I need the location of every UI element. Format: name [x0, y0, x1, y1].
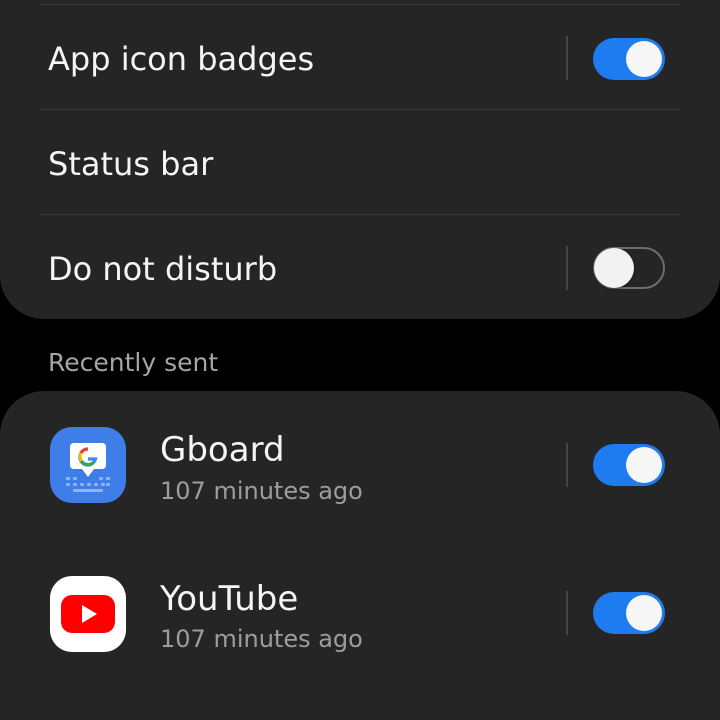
vertical-separator: [566, 591, 568, 635]
vertical-separator: [566, 443, 568, 487]
status-bar-label: Status bar: [48, 145, 214, 183]
app-icon-badges-row[interactable]: App icon badges: [0, 4, 720, 109]
youtube-icon: [50, 576, 126, 652]
app-row-gboard[interactable]: Gboard 107 minutes ago: [0, 391, 720, 539]
settings-card: App icon badges Status bar Do not distur…: [0, 0, 720, 319]
app-icon-badges-label: App icon badges: [48, 40, 315, 78]
vertical-separator: [566, 246, 568, 290]
toggle-knob: [594, 248, 634, 288]
do-not-disturb-toggle[interactable]: [593, 247, 665, 289]
toggle-knob: [626, 41, 662, 77]
app-time: 107 minutes ago: [160, 477, 363, 505]
app-name: YouTube: [160, 579, 299, 619]
app-time: 107 minutes ago: [160, 625, 363, 653]
do-not-disturb-label: Do not disturb: [48, 250, 278, 288]
toggle-knob: [626, 447, 662, 483]
recently-sent-card: Gboard 107 minutes ago YouTube 107 minut…: [0, 391, 720, 720]
status-bar-row[interactable]: Status bar: [0, 109, 720, 214]
app-name: Gboard: [160, 430, 285, 470]
toggle-knob: [626, 595, 662, 631]
app-icon-badges-toggle[interactable]: [593, 38, 665, 80]
youtube-toggle[interactable]: [593, 592, 665, 634]
gboard-icon: [50, 427, 126, 503]
notifications-screen: App icon badges Status bar Do not distur…: [0, 0, 720, 720]
gboard-toggle[interactable]: [593, 444, 665, 486]
recently-sent-header: Recently sent: [48, 348, 219, 377]
vertical-separator: [566, 36, 568, 80]
app-row-youtube[interactable]: YouTube 107 minutes ago: [0, 539, 720, 689]
do-not-disturb-row[interactable]: Do not disturb: [0, 214, 720, 319]
